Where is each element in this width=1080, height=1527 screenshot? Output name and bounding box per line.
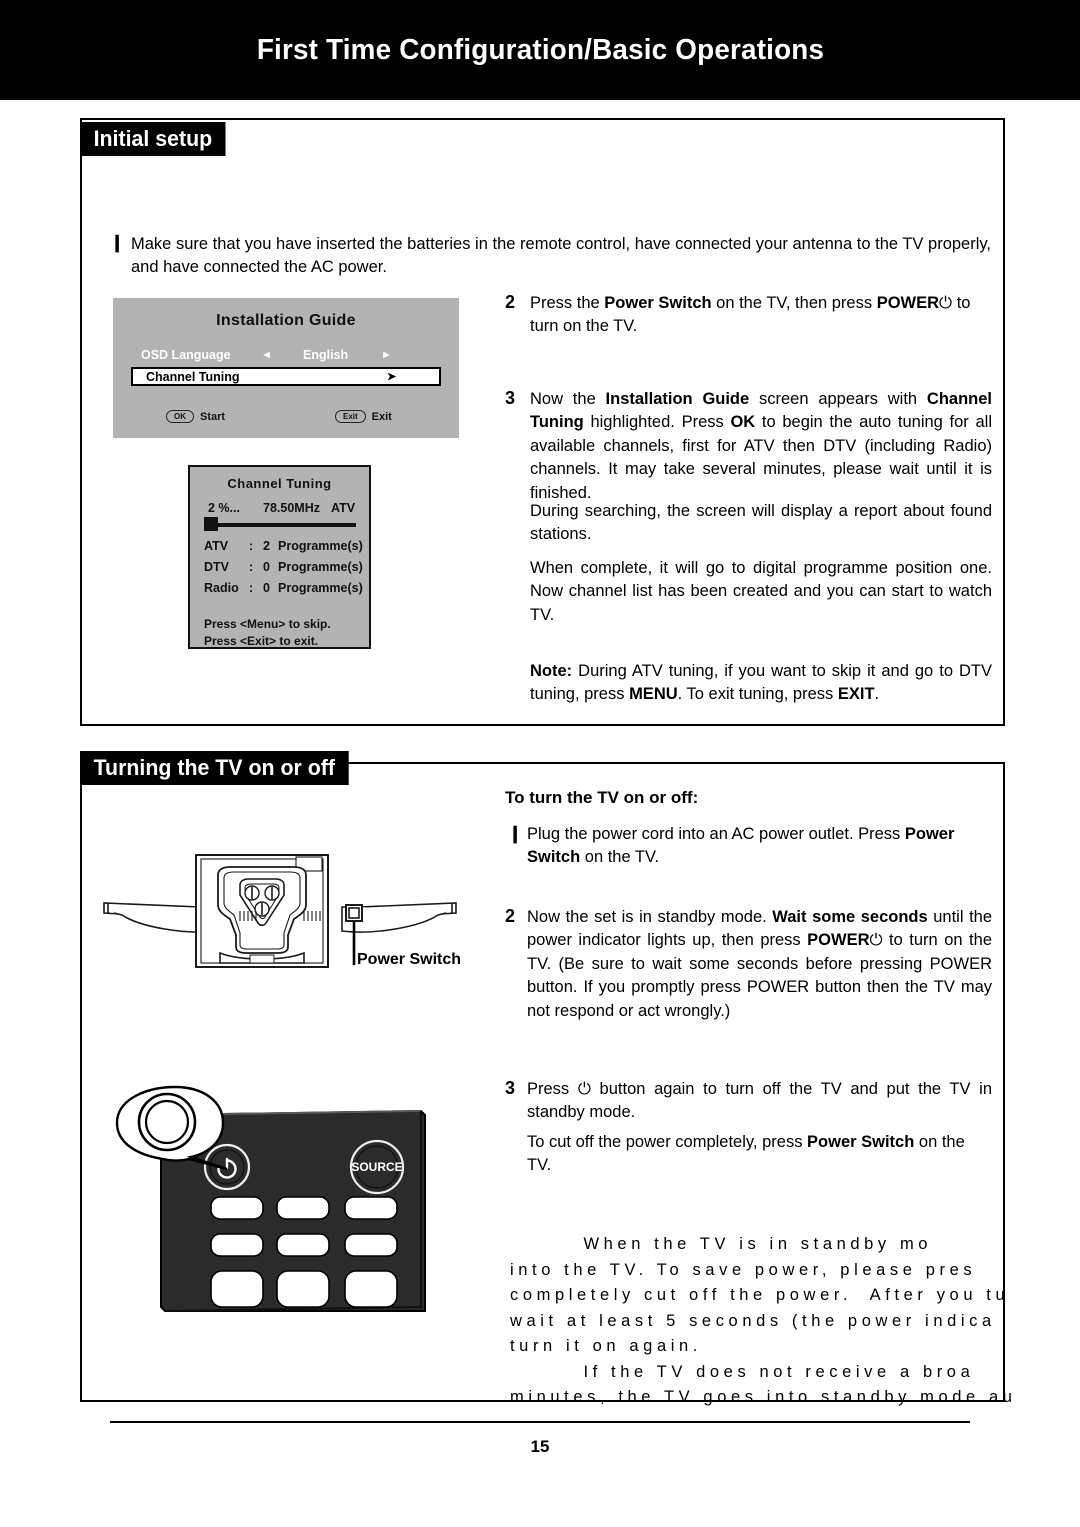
- turning-step-2-number: 2: [505, 906, 516, 926]
- turning-step-1-marker: ❙: [508, 824, 523, 843]
- section-tab-initial-setup-label: Initial setup: [93, 126, 213, 151]
- t-step3-p2-frag-a: To cut off the power completely, press: [527, 1133, 808, 1151]
- count-number-dtv: 0: [263, 560, 270, 574]
- osd-channel-tuning-title: Channel Tuning: [227, 476, 332, 491]
- note-menu-term: MENU: [629, 685, 678, 704]
- turning-step-1-text: Plug the power cord into an AC power out…: [527, 823, 992, 870]
- tuning-hint-skip: Press <Menu> to skip.: [204, 617, 331, 631]
- power-icon: ⏻: [939, 294, 953, 312]
- ok-keycap-icon: OK: [166, 410, 194, 423]
- bottom-standby-note: When the TV is in standby mo into the TV…: [510, 1235, 1017, 1407]
- tuning-hint-exit: Press <Exit> to exit.: [204, 634, 319, 648]
- step2-frag-a: Press the: [530, 294, 605, 312]
- osd-row-channel-tuning-highlighted[interactable]: Channel Tuning ➤: [131, 367, 441, 386]
- osd-channel-tuning: Channel Tuning 2 %... 78.50MHz ATV ATV :…: [188, 465, 371, 649]
- page-number: 15: [530, 1437, 550, 1456]
- turning-heading: To turn the TV on or off:: [505, 788, 699, 807]
- count-unit: Programme(s): [278, 560, 363, 574]
- initial-step-3-note: Note: During ATV tuning, if you want to …: [530, 660, 992, 707]
- turning-step-2-text: Now the set is in standby mode. Wait som…: [527, 906, 992, 1023]
- initial-step-3-paragraph-3: When complete, it will go to digital pro…: [530, 559, 992, 624]
- initial-step-3-paragraph-1: Now the Installation Guide screen appear…: [530, 388, 992, 505]
- exit-keycap-icon: Exit: [335, 410, 366, 423]
- arrow-left-icon[interactable]: ◄: [261, 349, 272, 361]
- note-frag-e: .: [874, 685, 880, 704]
- t-step1-frag-a: Plug the power cord into an AC power out…: [527, 825, 905, 843]
- step2-frag-c: on the TV, then press: [711, 294, 877, 312]
- note-label: Note:: [530, 662, 573, 680]
- initial-step-1-body: Make sure that you have inserted the bat…: [131, 235, 991, 277]
- osd-footer-ok[interactable]: OK Start: [166, 410, 225, 423]
- section-tab-turning-label: Turning the TV on or off: [93, 755, 335, 780]
- turning-step-3-number: 3: [505, 1078, 516, 1098]
- note-frag-c: . To exit tuning, press: [677, 685, 838, 704]
- page-header-banner: First Time Configuration/Basic Operation…: [0, 0, 1080, 100]
- t-step2-power-term: POWER: [807, 931, 870, 950]
- osd-installation-guide: Installation Guide OSD Language ◄ Englis…: [113, 298, 459, 438]
- step3-frag-a: Now the: [530, 390, 606, 408]
- tuning-mode: ATV: [331, 501, 356, 515]
- step3-ok-term: OK: [730, 413, 756, 432]
- power-icon: ⏻: [577, 1080, 591, 1098]
- count-key-radio: Radio: [204, 581, 239, 595]
- arrow-right-icon[interactable]: ►: [381, 349, 392, 361]
- osd-installation-guide-title: Installation Guide: [216, 312, 356, 329]
- note-exit-term: EXIT: [837, 685, 875, 704]
- power-switch-callout-label: Power Switch: [357, 951, 462, 968]
- osd-footer-exit[interactable]: Exit Exit: [335, 410, 392, 423]
- initial-step-3-paragraph-2: During searching, the screen will displa…: [530, 502, 992, 544]
- tuning-percent: 2 %...: [208, 501, 240, 515]
- initial-step-2-number: 2: [505, 292, 516, 312]
- count-colon: :: [249, 539, 254, 553]
- osd-footer-exit-action: Exit: [371, 410, 392, 423]
- initial-step-3-number: 3: [505, 388, 516, 408]
- count-number-radio: 0: [263, 581, 270, 595]
- initial-step-1-text: Make sure that you have inserted the bat…: [131, 233, 991, 280]
- osd-footer-ok-action: Start: [200, 410, 226, 423]
- t-step2-wait-term: Wait some seconds: [772, 908, 928, 926]
- turning-step-3-paragraph-2: To cut off the power completely, press P…: [527, 1131, 992, 1178]
- section-tab-turning-tv-on-off: Turning the TV on or off: [80, 751, 349, 785]
- t-step1-frag-c: on the TV.: [580, 848, 660, 867]
- t-step3-frag-a: Press: [527, 1080, 578, 1098]
- count-colon: :: [249, 581, 254, 595]
- count-key-atv: ATV: [204, 539, 229, 553]
- step3-frag-c: screen appears with: [749, 390, 927, 408]
- step3-frag-e: highlighted. Press: [583, 413, 731, 432]
- t-step3-power-switch-term: Power Switch: [807, 1133, 915, 1151]
- turning-step-3-text: Press ⏻ button again to turn off the TV …: [527, 1078, 992, 1125]
- step2-power-switch-term: Power Switch: [604, 294, 712, 312]
- t-step2-frag-a: Now the set is in standby mode.: [527, 908, 773, 926]
- channel-tuning-label: Channel Tuning: [146, 369, 240, 384]
- section-tab-initial-setup: Initial setup: [80, 122, 226, 156]
- arrow-right-icon[interactable]: ➤: [387, 370, 396, 383]
- t-step3-frag-b: button again to turn off the TV and put …: [527, 1080, 992, 1122]
- osd-row-osd-language[interactable]: OSD Language ◄ English ►: [113, 345, 459, 365]
- count-number-atv: 2: [263, 539, 270, 553]
- osd-language-value: English: [303, 348, 349, 362]
- count-key-dtv: DTV: [204, 560, 229, 574]
- tuning-frequency: 78.50MHz: [263, 501, 320, 515]
- step3-installation-guide-term: Installation Guide: [605, 390, 750, 408]
- count-colon: :: [249, 560, 254, 574]
- count-unit: Programme(s): [278, 539, 363, 553]
- tuning-progress-knob: [204, 517, 218, 531]
- tuning-progress-bar: [204, 523, 356, 527]
- control-panel-illustration: SOURCE: [115, 1085, 426, 1312]
- step-marker-bullet: ❙: [110, 233, 125, 252]
- step2-power-term: POWER: [876, 294, 940, 312]
- page-title: First Time Configuration/Basic Operation…: [256, 33, 824, 66]
- panel-source-label: SOURCE: [351, 1160, 402, 1174]
- osd-language-label: OSD Language: [141, 348, 231, 362]
- footer-rule: [110, 1421, 970, 1423]
- count-unit: Programme(s): [278, 581, 363, 595]
- initial-step-2-text: Press the Power Switch on the TV, then p…: [530, 292, 1000, 339]
- power-icon: ⏻: [869, 931, 883, 950]
